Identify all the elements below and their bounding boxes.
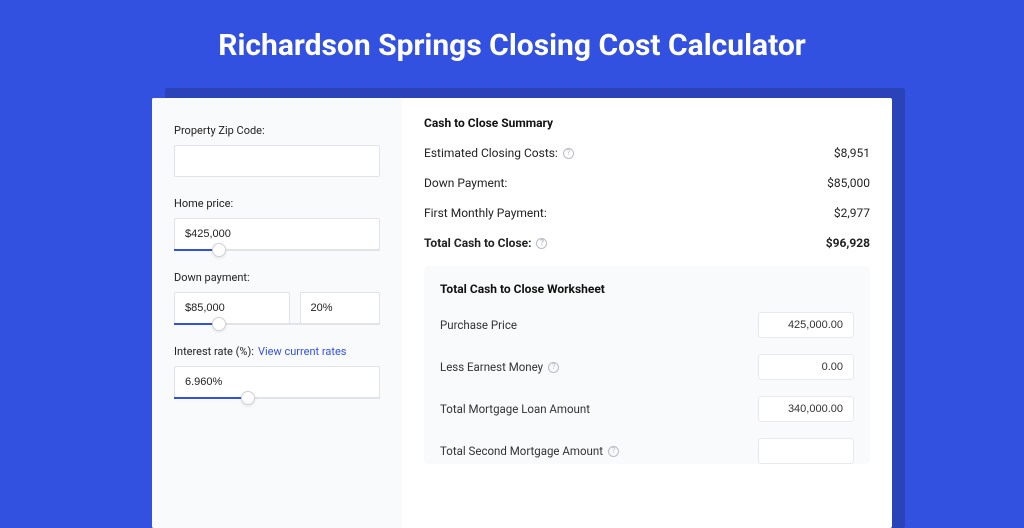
slider-thumb-icon[interactable] xyxy=(212,243,226,257)
worksheet-row-label: Purchase Price xyxy=(440,318,517,332)
slider-thumb-icon[interactable] xyxy=(212,317,226,331)
view-rates-link[interactable]: View current rates xyxy=(258,345,347,358)
summary-row-value: $96,928 xyxy=(826,236,870,250)
worksheet-input[interactable] xyxy=(758,354,854,380)
summary-row-label: First Monthly Payment: xyxy=(424,206,547,220)
summary-row-label: Total Cash to Close:? xyxy=(424,236,547,250)
worksheet-row: Purchase Price xyxy=(440,312,854,338)
worksheet-input[interactable] xyxy=(758,312,854,338)
summary-row-label: Down Payment: xyxy=(424,176,507,190)
help-icon[interactable]: ? xyxy=(536,238,547,249)
summary-row: Total Cash to Close:? $96,928 xyxy=(424,236,870,250)
home-price-slider[interactable] xyxy=(174,249,380,251)
worksheet-row: Total Second Mortgage Amount? xyxy=(440,438,854,464)
zip-input[interactable] xyxy=(174,145,380,177)
calculator-card: Property Zip Code: Home price: Down paym… xyxy=(152,98,892,528)
down-payment-label: Down payment: xyxy=(174,271,380,284)
summary-row-label: Estimated Closing Costs:? xyxy=(424,146,574,160)
home-price-field: Home price: xyxy=(174,197,380,251)
worksheet-title: Total Cash to Close Worksheet xyxy=(440,282,854,296)
interest-rate-label: Interest rate (%): xyxy=(174,345,254,358)
help-icon[interactable]: ? xyxy=(608,446,619,457)
worksheet-row-label: Less Earnest Money? xyxy=(440,360,559,374)
summary-row: Down Payment: $85,000 xyxy=(424,176,870,190)
down-payment-field: Down payment: xyxy=(174,271,380,325)
help-icon[interactable]: ? xyxy=(563,148,574,159)
down-payment-slider[interactable] xyxy=(174,323,380,325)
down-payment-input[interactable] xyxy=(174,292,290,324)
zip-field: Property Zip Code: xyxy=(174,124,380,177)
worksheet-row-label: Total Second Mortgage Amount? xyxy=(440,444,619,458)
worksheet-input[interactable] xyxy=(758,396,854,422)
down-payment-pct-input[interactable] xyxy=(300,292,380,324)
page-title: Richardson Springs Closing Cost Calculat… xyxy=(0,0,1024,83)
worksheet-row-label: Total Mortgage Loan Amount xyxy=(440,402,590,416)
zip-label: Property Zip Code: xyxy=(174,124,380,137)
summary-row: First Monthly Payment: $2,977 xyxy=(424,206,870,220)
interest-rate-field: Interest rate (%): View current rates xyxy=(174,345,380,399)
summary-row-value: $85,000 xyxy=(827,176,870,190)
slider-thumb-icon[interactable] xyxy=(241,391,255,405)
home-price-label: Home price: xyxy=(174,197,380,210)
results-panel: Cash to Close Summary Estimated Closing … xyxy=(402,98,892,528)
worksheet-panel: Total Cash to Close Worksheet Purchase P… xyxy=(424,266,870,464)
inputs-panel: Property Zip Code: Home price: Down paym… xyxy=(152,98,402,528)
help-icon[interactable]: ? xyxy=(548,362,559,373)
worksheet-row: Less Earnest Money? xyxy=(440,354,854,380)
worksheet-input[interactable] xyxy=(758,438,854,464)
summary-row-value: $2,977 xyxy=(834,206,870,220)
interest-rate-input[interactable] xyxy=(174,366,380,398)
interest-rate-slider[interactable] xyxy=(174,397,380,399)
worksheet-row: Total Mortgage Loan Amount xyxy=(440,396,854,422)
summary-row: Estimated Closing Costs:? $8,951 xyxy=(424,146,870,160)
home-price-input[interactable] xyxy=(174,218,380,250)
summary-row-value: $8,951 xyxy=(834,146,870,160)
summary-title: Cash to Close Summary xyxy=(424,116,870,130)
